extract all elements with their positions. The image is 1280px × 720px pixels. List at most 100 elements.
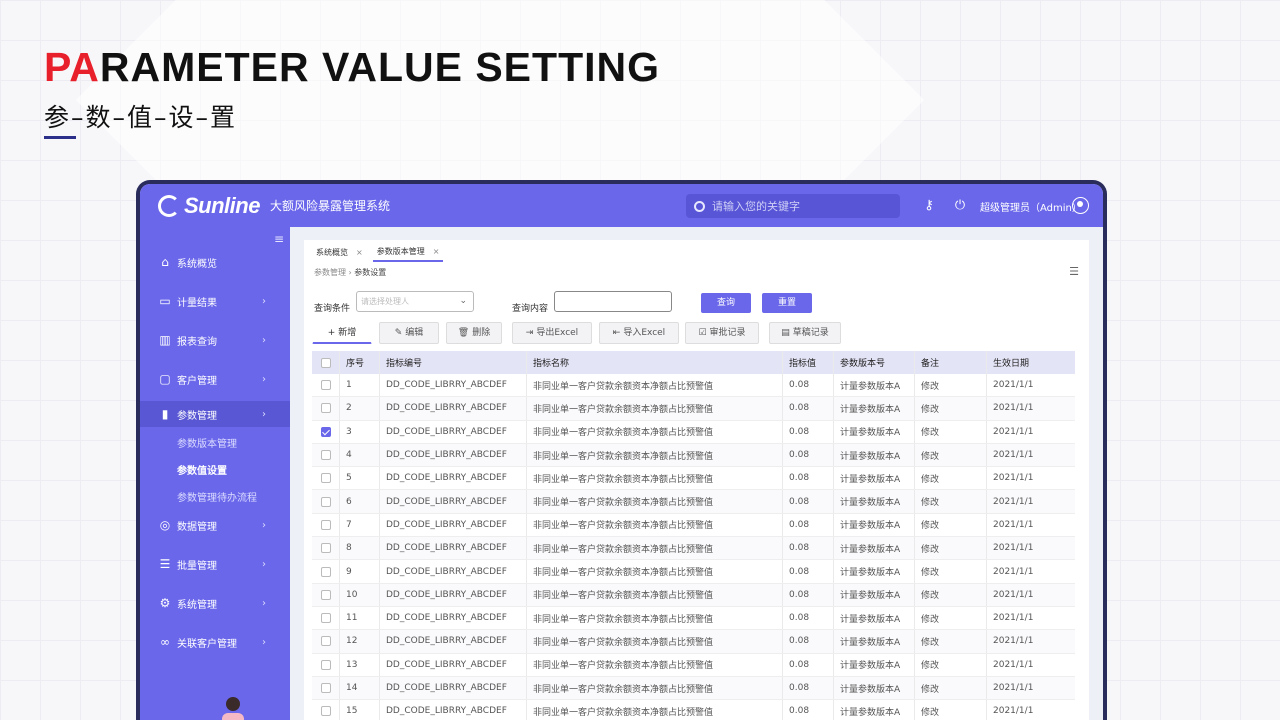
row-checkbox[interactable] xyxy=(320,566,331,577)
row-checkbox[interactable] xyxy=(320,496,331,507)
table-row[interactable]: 8 DD_CODE_LIBRRY_ABCDEF 非同业单一客户贷款余额资本净额占比预… xyxy=(312,537,1075,561)
cell-note[interactable]: 修改 xyxy=(915,537,987,560)
cell-code: DD_CODE_LIBRRY_ABCDEF xyxy=(380,467,527,490)
table-row[interactable]: 6 DD_CODE_LIBRRY_ABCDEF 非同业单一客户贷款余额资本净额占比预… xyxy=(312,490,1075,514)
tab-parameter-version[interactable]: 参数版本管理 × xyxy=(372,243,444,262)
row-checkbox[interactable] xyxy=(320,636,331,647)
chevron-right-icon: › xyxy=(262,558,266,570)
sidebar-item-batch[interactable]: ☰ 批量管理 › xyxy=(140,551,290,577)
sidebar-subitem-value-setting[interactable]: 参数值设置 xyxy=(177,462,227,477)
page-subtitle: 参–数–值–设–置 xyxy=(44,103,238,132)
table-row[interactable]: 2 DD_CODE_LIBRRY_ABCDEF 非同业单一客户贷款余额资本净额占比预… xyxy=(312,397,1075,421)
sidebar-subitem-workflow[interactable]: 参数管理待办流程 xyxy=(177,489,257,504)
select-all-checkbox[interactable] xyxy=(320,357,331,368)
delete-button[interactable]: 🗑 删除 xyxy=(446,322,502,344)
cell-note[interactable]: 修改 xyxy=(915,630,987,653)
edit-button[interactable]: ✎ 编辑 xyxy=(379,322,439,344)
header-note: 备注 xyxy=(915,351,987,374)
table-row[interactable]: 1 DD_CODE_LIBRRY_ABCDEF 非同业单一客户贷款余额资本净额占比预… xyxy=(312,374,1075,398)
chevron-right-icon: › xyxy=(262,295,266,307)
header-version: 参数版本号 xyxy=(834,351,915,374)
cell-note[interactable]: 修改 xyxy=(915,560,987,583)
cell-note[interactable]: 修改 xyxy=(915,397,987,420)
row-checkbox[interactable] xyxy=(320,589,331,600)
cell-note[interactable]: 修改 xyxy=(915,467,987,490)
list-settings-icon[interactable]: ☰ xyxy=(1069,265,1079,278)
cell-seq: 2 xyxy=(340,397,380,420)
sidebar-item-overview[interactable]: ⌂ 系统概览 xyxy=(140,249,290,275)
table-row[interactable]: 5 DD_CODE_LIBRRY_ABCDEF 非同业单一客户贷款余额资本净额占比预… xyxy=(312,467,1075,491)
row-checkbox[interactable] xyxy=(320,613,331,624)
cell-note[interactable]: 修改 xyxy=(915,606,987,630)
table-row[interactable]: 9 DD_CODE_LIBRRY_ABCDEF 非同业单一客户贷款余额资本净额占比预… xyxy=(312,560,1075,584)
tab-bar: 系统概览 × 参数版本管理 × xyxy=(312,244,449,262)
row-checkbox[interactable] xyxy=(320,426,331,437)
reset-button[interactable]: 重置 xyxy=(762,293,812,313)
approval-records-button[interactable]: ☑ 审批记录 xyxy=(685,322,759,344)
row-checkbox[interactable] xyxy=(320,403,331,414)
cell-value: 0.08 xyxy=(783,420,834,443)
cell-note[interactable]: 修改 xyxy=(915,374,987,397)
cell-date: 2021/1/1 xyxy=(993,589,1034,600)
header-code: 指标编号 xyxy=(380,351,527,374)
cell-code: DD_CODE_LIBRRY_ABCDEF xyxy=(380,653,527,676)
table-row[interactable]: 13 DD_CODE_LIBRRY_ABCDEF 非同业单一客户贷款余额资本净额占比… xyxy=(312,653,1075,677)
sidebar-item-results[interactable]: ▭ 计量结果 › xyxy=(140,288,290,314)
cell-version: 计量参数版本A xyxy=(834,700,915,720)
sidebar-item-system[interactable]: ⚙ 系统管理 › xyxy=(140,590,290,616)
cell-note[interactable]: 修改 xyxy=(915,676,987,700)
row-checkbox[interactable] xyxy=(320,659,331,670)
table-row[interactable]: 11 DD_CODE_LIBRRY_ABCDEF 非同业单一客户贷款余额资本净额占比… xyxy=(312,606,1075,631)
power-icon[interactable]: ⏻ xyxy=(953,199,967,213)
breadcrumb-parent[interactable]: 参数管理 xyxy=(314,268,346,277)
table-row[interactable]: 3 DD_CODE_LIBRRY_ABCDEF 非同业单一客户贷款余额资本净额占比预… xyxy=(312,420,1075,444)
table-row[interactable]: 14 DD_CODE_LIBRRY_ABCDEF 非同业单一客户贷款余额资本净额占比… xyxy=(312,676,1075,701)
draft-records-button[interactable]: ▤ 草稿记录 xyxy=(769,322,841,344)
add-button[interactable]: + 新增 xyxy=(312,322,372,344)
row-checkbox[interactable] xyxy=(320,706,331,717)
table-row[interactable]: 7 DD_CODE_LIBRRY_ABCDEF 非同业单一客户贷款余额资本净额占比预… xyxy=(312,513,1075,538)
table-row[interactable]: 15 DD_CODE_LIBRRY_ABCDEF 非同业单一客户贷款余额资本净额占比… xyxy=(312,700,1075,720)
sidebar-item-related-customers[interactable]: ∞ 关联客户管理 › xyxy=(140,629,290,655)
header-seq: 序号 xyxy=(340,351,380,374)
export-excel-button[interactable]: ⇥ 导出Excel xyxy=(512,322,592,344)
cell-note[interactable]: 修改 xyxy=(915,513,987,537)
cell-note[interactable]: 修改 xyxy=(915,490,987,513)
sidebar-item-customers[interactable]: ▢ 客户管理 › xyxy=(140,366,290,392)
content-input[interactable] xyxy=(554,291,672,312)
tab-overview[interactable]: 系统概览 × xyxy=(312,244,367,262)
cell-note[interactable]: 修改 xyxy=(915,420,987,443)
key-icon[interactable]: ⚷ xyxy=(922,199,936,213)
row-checkbox[interactable] xyxy=(320,683,331,693)
cell-name: 非同业单一客户贷款余额资本净额占比预警值 xyxy=(527,560,783,583)
condition-select[interactable]: 请选择处理人 ⌄ xyxy=(356,291,474,312)
query-button[interactable]: 查询 xyxy=(701,293,751,313)
cell-note[interactable]: 修改 xyxy=(915,443,987,467)
table-row[interactable]: 12 DD_CODE_LIBRRY_ABCDEF 非同业单一客户贷款余额资本净额占比… xyxy=(312,630,1075,654)
close-icon[interactable]: × xyxy=(356,244,363,262)
cell-name: 非同业单一客户贷款余额资本净额占比预警值 xyxy=(527,537,783,560)
search-input[interactable] xyxy=(712,199,892,213)
row-checkbox[interactable] xyxy=(320,450,331,461)
sidebar-item-data[interactable]: ◎ 数据管理 › xyxy=(140,512,290,538)
row-checkbox[interactable] xyxy=(320,519,331,530)
close-icon[interactable]: × xyxy=(433,243,440,261)
sidebar-item-parameters[interactable]: ▮ 参数管理 › xyxy=(140,401,290,427)
row-checkbox[interactable] xyxy=(320,473,331,484)
collapse-menu-icon[interactable]: ≡ xyxy=(274,232,284,246)
table-row[interactable]: 10 DD_CODE_LIBRRY_ABCDEF 非同业单一客户贷款余额资本净额占比… xyxy=(312,583,1075,607)
sidebar-subitem-version[interactable]: 参数版本管理 xyxy=(177,435,237,450)
cell-note[interactable]: 修改 xyxy=(915,583,987,606)
import-excel-button[interactable]: ⇤ 导入Excel xyxy=(599,322,679,344)
table-row[interactable]: 4 DD_CODE_LIBRRY_ABCDEF 非同业单一客户贷款余额资本净额占比预… xyxy=(312,443,1075,468)
cell-note[interactable]: 修改 xyxy=(915,700,987,720)
user-name[interactable]: 超级管理员（Admin） xyxy=(980,199,1082,214)
row-checkbox-cell xyxy=(312,374,340,397)
cell-note[interactable]: 修改 xyxy=(915,653,987,676)
sidebar-item-reports[interactable]: ▥ 报表查询 › xyxy=(140,327,290,353)
avatar-icon[interactable] xyxy=(1072,197,1089,214)
search-box[interactable] xyxy=(686,194,900,218)
row-checkbox[interactable] xyxy=(320,543,331,554)
row-checkbox-cell xyxy=(312,676,340,700)
row-checkbox[interactable] xyxy=(320,380,331,391)
